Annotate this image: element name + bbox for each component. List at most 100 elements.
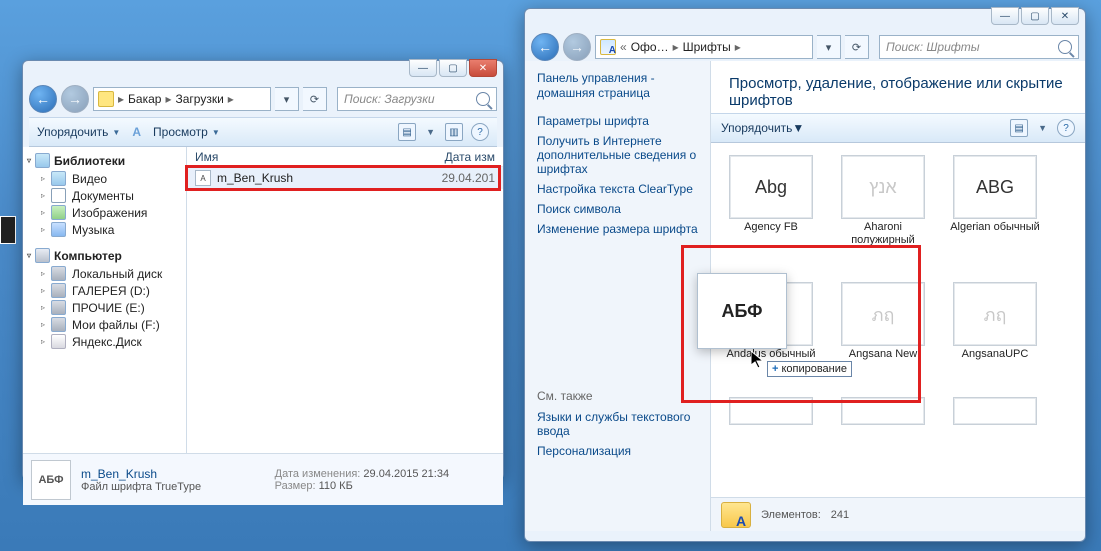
address-bar[interactable]: ▸ Бакар ▸ Загрузки ▸ [93, 87, 271, 111]
organize-menu[interactable]: Упорядочить▼ [37, 125, 120, 139]
drag-ghost: АБФ [697, 273, 787, 349]
view-options-button[interactable]: ▤ [398, 123, 416, 141]
view-options-button[interactable]: ▤ [1010, 119, 1028, 137]
side-link[interactable]: Изменение размера шрифта [537, 219, 698, 239]
details-pane: АБФ m_Ben_Krush Файл шрифта TrueType Дат… [23, 453, 503, 505]
breadcrumb[interactable]: Бакар [128, 92, 161, 106]
libraries-icon [35, 153, 50, 168]
status-bar: A Элементов: 241 [711, 497, 1085, 531]
drive-icon [51, 334, 66, 349]
tree-item[interactable]: Яндекс.Диск [72, 335, 142, 349]
maximize-button[interactable]: ▢ [1021, 7, 1049, 25]
font-name-label: Aharoni полужирный [831, 221, 935, 246]
side-link[interactable]: Параметры шрифта [537, 111, 698, 131]
nav-forward-button[interactable]: → [563, 33, 591, 61]
library-icon [51, 171, 66, 186]
address-bar[interactable]: A « Офо… ▸ Шрифты ▸ [595, 35, 813, 59]
library-icon [51, 188, 66, 203]
font-icon: A [132, 125, 141, 139]
minimize-button[interactable]: — [409, 59, 437, 77]
minimize-button[interactable]: — [991, 7, 1019, 25]
tree-item[interactable]: ПРОЧИЕ (E:) [72, 301, 145, 315]
copy-tooltip: + копирование [767, 361, 852, 377]
related-link[interactable]: Персонализация [537, 441, 698, 461]
fonts-toolbar: Упорядочить▼ ▤▼ ? [711, 113, 1085, 143]
fonts-grid[interactable]: Abg Agency FB אנץAharoni полужирныйABGAlge… [711, 143, 1085, 497]
side-link[interactable]: Поиск символа [537, 199, 698, 219]
refresh-button[interactable]: ⟳ [303, 87, 327, 111]
plus-icon: + [772, 363, 778, 375]
drive-icon [51, 300, 66, 315]
help-button[interactable]: ? [1057, 119, 1075, 137]
refresh-button[interactable]: ⟳ [845, 35, 869, 59]
crumb-sep: « [620, 40, 627, 54]
status-label: Элементов: [761, 509, 821, 521]
column-date[interactable]: Дата изм [425, 150, 495, 164]
font-item[interactable]: אנץAharoni полужирный [827, 151, 939, 250]
drive-icon [51, 317, 66, 332]
file-list: Имя Дата изм A m_Ben_Krush 29.04.201 [187, 147, 503, 453]
font-item[interactable] [939, 393, 1051, 431]
tree-computer[interactable]: Компьютер [54, 249, 122, 263]
font-item[interactable]: ABGAlgerian обычный [939, 151, 1051, 250]
search-input[interactable]: Поиск: Загрузки [337, 87, 497, 111]
desktop-shortcut[interactable] [0, 216, 16, 244]
fonts-control-panel-window: — ▢ ✕ ← → A « Офо… ▸ Шрифты ▸ ▾ ⟳ Поиск:… [524, 8, 1086, 542]
related-link[interactable]: Языки и службы текстового ввода [537, 407, 698, 441]
help-button[interactable]: ? [471, 123, 489, 141]
cp-home-link[interactable]: Панель управления - домашняя страница [537, 71, 698, 101]
font-item[interactable]: Abg Agency FB [715, 151, 827, 250]
preview-pane-button[interactable]: ▥ [445, 123, 463, 141]
search-input[interactable]: Поиск: Шрифты [879, 35, 1079, 59]
side-link[interactable]: Получить в Интернете дополнительные свед… [537, 131, 698, 179]
nav-tree: ▿ Библиотеки ▹Видео ▹Документы ▹Изображе… [23, 147, 187, 453]
crumb-sep: ▸ [165, 92, 171, 106]
details-mod: 29.04.2015 21:34 [363, 468, 449, 480]
nav-forward-button[interactable]: → [61, 85, 89, 113]
close-button[interactable]: ✕ [1051, 7, 1079, 25]
breadcrumb[interactable]: Шрифты [683, 40, 731, 54]
font-name-label: Agency FB [719, 221, 823, 234]
address-dropdown[interactable]: ▾ [275, 87, 299, 111]
details-size-label: Размер: [275, 480, 316, 492]
search-icon [1058, 40, 1072, 54]
fonts-folder-icon: A [721, 502, 751, 528]
side-link[interactable]: Настройка текста ClearType [537, 179, 698, 199]
font-preview-tile: אנץ [841, 155, 925, 219]
details-mod-label: Дата изменения: [275, 468, 361, 480]
font-name-label: Algerian обычный [943, 221, 1047, 234]
tree-item[interactable]: Мои файлы (F:) [72, 318, 160, 332]
annotation-highlight [185, 165, 501, 191]
nav-back-button[interactable]: ← [29, 85, 57, 113]
font-preview-tile [953, 397, 1037, 425]
tree-item[interactable]: Музыка [72, 223, 114, 237]
details-name: m_Ben_Krush [81, 467, 265, 481]
computer-icon [35, 248, 50, 263]
tree-item[interactable]: Локальный диск [72, 267, 162, 281]
preview-menu[interactable]: Просмотр▼ [153, 125, 220, 139]
font-item[interactable]: ภฤAngsanaUPC [939, 278, 1051, 365]
nav-back-button[interactable]: ← [531, 33, 559, 61]
breadcrumb[interactable]: Загрузки [175, 92, 223, 106]
details-type: Файл шрифта TrueType [81, 481, 265, 493]
tree-item[interactable]: Видео [72, 172, 107, 186]
status-count: 241 [831, 509, 849, 521]
tree-item[interactable]: Документы [72, 189, 134, 203]
tree-item[interactable]: ГАЛЕРЕЯ (D:) [72, 284, 150, 298]
breadcrumb[interactable]: Офо… [631, 40, 669, 54]
address-dropdown[interactable]: ▾ [817, 35, 841, 59]
crumb-sep: ▸ [228, 92, 234, 106]
font-preview-tile: Abg [729, 155, 813, 219]
maximize-button[interactable]: ▢ [439, 59, 467, 77]
fonts-icon: A [600, 39, 616, 55]
crumb-sep: ▸ [118, 92, 124, 106]
close-button[interactable]: ✕ [469, 59, 497, 77]
tree-item[interactable]: Изображения [72, 206, 147, 220]
organize-menu[interactable]: Упорядочить▼ [721, 121, 804, 135]
details-size: 110 КБ [319, 480, 353, 492]
tree-libraries[interactable]: Библиотеки [54, 154, 125, 168]
column-name[interactable]: Имя [195, 150, 425, 164]
drive-icon [51, 283, 66, 298]
font-name-label: AngsanaUPC [943, 348, 1047, 361]
search-icon [476, 92, 490, 106]
